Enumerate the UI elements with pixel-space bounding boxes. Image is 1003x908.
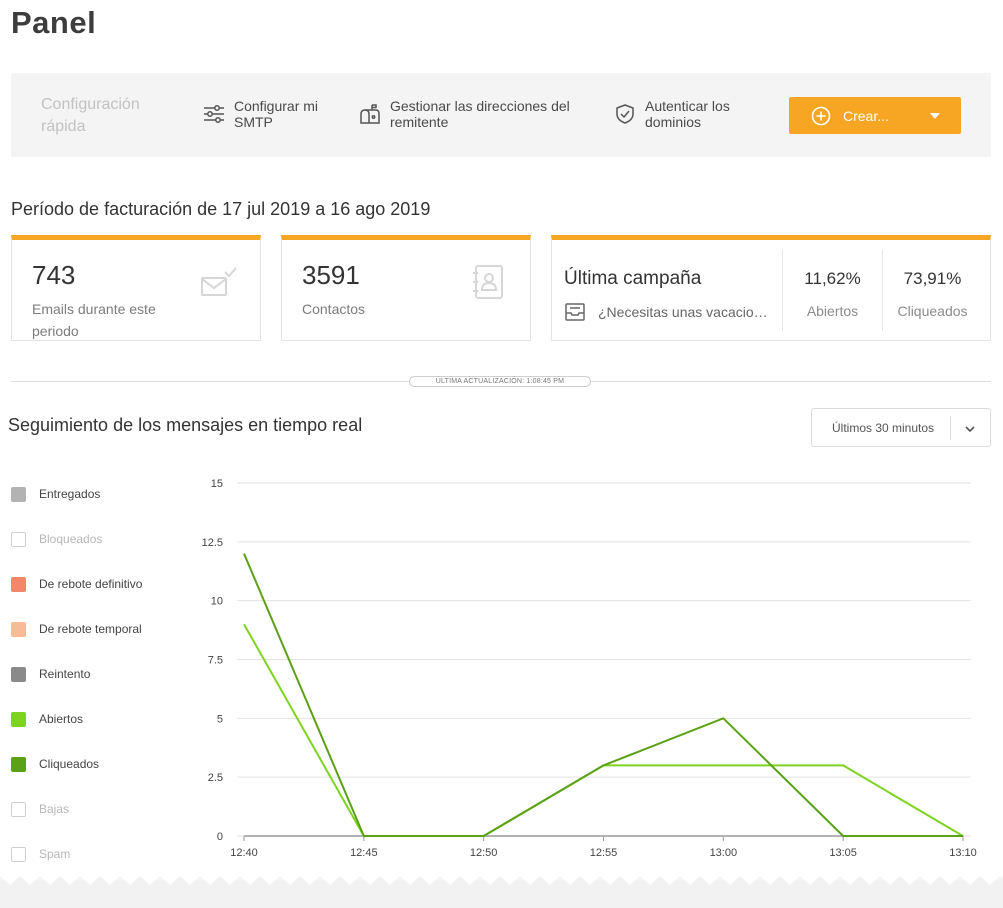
last-campaign-title: Última campaña: [564, 268, 702, 289]
manage-senders-link[interactable]: Gestionar las direcciones del remitente: [359, 98, 580, 130]
legend-label: Abiertos: [39, 712, 84, 726]
time-range-select[interactable]: Últimos 30 minutos: [811, 408, 991, 447]
contacts-label: Contactos: [302, 301, 366, 317]
x-tick-label: 13:05: [829, 847, 857, 859]
manage-senders-label: Gestionar las direcciones del remitente: [390, 98, 570, 130]
inbox-icon: [565, 303, 585, 321]
time-range-value: Últimos 30 minutos: [832, 421, 935, 435]
shield-check-icon: [616, 104, 634, 124]
legend-label: Spam: [39, 847, 71, 861]
page-title: Panel: [11, 5, 97, 40]
authenticate-domains-label: Autenticar los dominios: [645, 98, 730, 130]
chevron-down-icon[interactable]: [963, 422, 977, 436]
legend-item[interactable]: Bloqueados: [11, 530, 142, 548]
configure-smtp-label: Configurar mi SMTP: [234, 98, 319, 130]
legend-swatch[interactable]: [11, 576, 26, 592]
legend-label: De rebote definitivo: [39, 577, 143, 591]
authenticate-domains-link[interactable]: Autenticar los dominios: [614, 98, 745, 130]
legend-swatch[interactable]: [11, 531, 26, 547]
create-button-label: Crear...: [843, 107, 889, 124]
x-tick-label: 13:10: [949, 847, 977, 859]
contacts-count: 3591: [302, 260, 360, 290]
legend-swatch[interactable]: [11, 621, 26, 637]
legend-swatch[interactable]: [11, 486, 26, 502]
footer-wave: [0, 876, 1003, 908]
x-tick-label: 12:45: [350, 847, 378, 859]
legend-item[interactable]: Entregados: [11, 485, 142, 503]
legend-swatch[interactable]: [11, 846, 26, 862]
legend-label: Bloqueados: [39, 532, 103, 546]
select-separator: [950, 416, 951, 440]
legend-item[interactable]: Reintento: [11, 665, 142, 683]
chart-legend: Entregados Bloqueados De rebote definitivo…: [11, 485, 142, 890]
legend-item[interactable]: Bajas: [11, 800, 142, 818]
legend-item[interactable]: De rebote temporal: [11, 620, 142, 638]
x-tick-label: 12:50: [470, 847, 498, 859]
x-tick-label: 12:40: [230, 847, 258, 859]
billing-period-title: Período de facturación de 17 jul 2019 a …: [11, 199, 431, 219]
legend-swatch[interactable]: [11, 666, 26, 682]
opened-label: Abiertos: [806, 303, 859, 319]
caret-down-icon[interactable]: [930, 112, 940, 119]
legend-label: Entregados: [39, 487, 101, 501]
emails-label: Emails durante este periodo: [32, 301, 156, 339]
realtime-title: Seguimiento de los mensajes en tiempo re…: [8, 415, 363, 435]
quick-config-title: Configuración rápida: [41, 96, 140, 135]
x-tick-label: 13:00: [710, 847, 738, 859]
envelope-check-icon: [201, 267, 237, 296]
emails-card[interactable]: 743 Emails durante este periodo: [11, 235, 261, 341]
sliders-icon: [204, 105, 224, 123]
legend-item[interactable]: Abiertos: [11, 710, 142, 728]
y-tick-label: 10: [211, 596, 223, 608]
opened-stat: 11,62% Abiertos: [782, 250, 882, 331]
plus-circle-icon: [811, 106, 831, 125]
legend-label: Bajas: [39, 802, 70, 816]
y-tick-label: 0: [217, 831, 223, 843]
legend-label: De rebote temporal: [39, 622, 142, 636]
contacts-card[interactable]: 3591 Contactos: [281, 235, 531, 341]
legend-label: Cliqueados: [39, 757, 100, 771]
legend-swatch[interactable]: [11, 756, 26, 772]
legend-item[interactable]: Cliqueados: [11, 755, 142, 773]
x-tick-label: 12:55: [590, 847, 618, 859]
y-tick-label: 15: [211, 478, 223, 490]
y-tick-label: 5: [217, 713, 223, 725]
clicked-label: Cliqueados: [897, 303, 968, 319]
opened-percent: 11,62%: [804, 269, 861, 288]
last-update-badge: ÚLTIMA ACTUALIZACIÓN: 1:08:45 PM: [409, 376, 591, 387]
series-line-cliqueados: [243, 553, 963, 837]
legend-swatch[interactable]: [11, 711, 26, 727]
mailbox-icon: [360, 104, 380, 124]
legend-item[interactable]: Spam: [11, 845, 142, 863]
clicked-percent: 73,91%: [903, 269, 962, 288]
legend-label: Reintento: [39, 667, 91, 681]
y-tick-label: 7.5: [208, 655, 223, 667]
emails-count: 743: [32, 260, 76, 290]
last-campaign-card[interactable]: Última campaña ¿Necesitas unas vacacione…: [551, 235, 991, 341]
legend-item[interactable]: De rebote definitivo: [11, 575, 142, 593]
series-line-abiertos: [243, 623, 964, 837]
campaign-row: ¿Necesitas unas vacaciones?: [564, 302, 773, 322]
address-book-icon: [473, 265, 503, 299]
campaign-name: ¿Necesitas unas vacaciones?: [598, 304, 773, 320]
configure-smtp-link[interactable]: Configurar mi SMTP: [203, 98, 330, 130]
clicked-stat: 73,91% Cliqueados: [882, 250, 982, 331]
y-tick-label: 2.5: [208, 772, 223, 784]
legend-swatch[interactable]: [11, 801, 26, 817]
create-button[interactable]: Crear...: [789, 97, 961, 134]
quick-config-bar: Configuración rápida Configurar mi SMTP …: [11, 73, 991, 157]
y-tick-label: 12.5: [202, 537, 223, 549]
